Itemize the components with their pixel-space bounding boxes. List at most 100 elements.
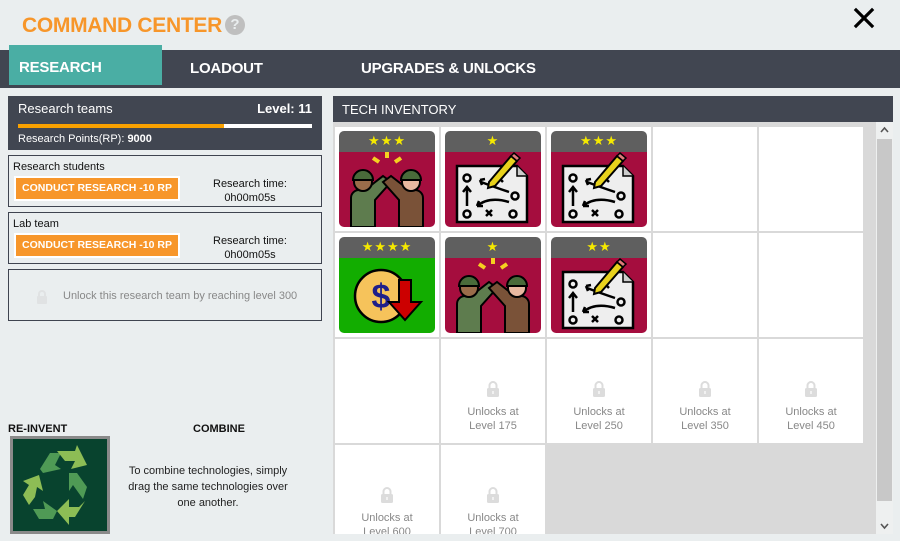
lock-icon [487,381,499,397]
tech-card-strategy-plan[interactable]: ★★ [551,237,647,333]
unlock-level: Level 450 [787,420,835,432]
locked-inventory-slot: Unlocks at Level 250 [547,339,651,443]
locked-inventory-slot: Unlocks at Level 600 [335,445,439,534]
inventory-slot[interactable]: ★★ [547,233,651,337]
lock-icon [487,487,499,503]
research-time: Research time: 0h00m05s [205,177,295,205]
inventory-slot[interactable]: ★ [441,127,545,231]
star-rating: ★★★ [551,131,647,152]
tech-card-high-five[interactable]: ★★★ [339,131,435,227]
star-rating: ★★★★ [339,237,435,258]
research-time-value: 0h00m05s [224,192,276,204]
cost-reduction-icon: $ [353,268,424,324]
tech-card-high-five[interactable]: ★ [445,237,541,333]
locked-research-team: Unlock this research team by reaching le… [8,269,322,321]
inventory-slot[interactable]: ★★★★ $ [335,233,439,337]
recycle-icon [23,445,87,525]
locked-inventory-slot: Unlocks at Level 450 [759,339,863,443]
star-rating: ★ [445,237,541,258]
close-x-icon[interactable] [851,5,877,31]
unlock-level: Level 350 [681,420,729,432]
unlock-level-text: Unlocks at Level 250 [547,405,651,433]
unlock-label: Unlocks at [467,406,519,418]
empty-inventory-slot[interactable] [759,233,863,337]
tab-loadout[interactable]: LOADOUT [190,50,263,88]
question-circle-icon[interactable]: ? [225,15,245,35]
lock-icon [699,381,711,397]
unlock-label: Unlocks at [467,512,519,524]
tech-card-strategy-plan[interactable]: ★ [445,131,541,227]
strategy-plan-icon [455,152,529,224]
level-progress-bar [18,124,312,128]
research-team-card: Lab team CONDUCT RESEARCH -10 RP Researc… [8,212,322,264]
research-team-card: Research students CONDUCT RESEARCH -10 R… [8,155,322,207]
locked-inventory-slot: Unlocks at Level 700 [441,445,545,534]
reinvent-dropzone[interactable] [10,436,110,534]
research-points-value: 9000 [127,133,152,145]
empty-inventory-slot[interactable] [653,233,757,337]
locked-team-text: Unlock this research team by reaching le… [63,290,298,302]
unlock-level-text: Unlocks at Level 350 [653,405,757,433]
unlock-label: Unlocks at [573,406,625,418]
lock-icon [805,381,817,397]
tech-card-strategy-plan[interactable]: ★★★ [551,131,647,227]
strategy-plan-icon [561,258,635,330]
tab-research[interactable]: RESEARCH [9,45,162,85]
research-time-value: 0h00m05s [224,249,276,261]
level-label: Level: 11 [257,101,312,116]
star-rating: ★ [445,131,541,152]
scroll-up-button[interactable] [876,122,893,138]
inventory-scrollbar[interactable] [876,122,893,534]
tech-image [445,152,541,227]
tech-image [445,258,541,333]
high-five-icon [456,258,530,333]
empty-inventory-slot[interactable] [759,127,863,231]
empty-inventory-slot[interactable] [653,127,757,231]
unlock-label: Unlocks at [361,512,413,524]
lock-icon [593,381,605,397]
scroll-down-button[interactable] [876,518,893,534]
unlock-label: Unlocks at [679,406,731,418]
locked-inventory-slot: Unlocks at Level 350 [653,339,757,443]
tech-image [551,258,647,333]
empty-inventory-slot[interactable] [335,339,439,443]
tech-image [339,152,435,227]
reinvent-label: RE-INVENT [8,423,68,435]
tech-image [551,152,647,227]
research-time: Research time: 0h00m05s [205,234,295,262]
star-rating: ★★ [551,237,647,258]
combine-label: COMBINE [193,423,245,435]
unlock-level-text: Unlocks at Level 700 [441,511,545,534]
inventory-slot[interactable]: ★ [441,233,545,337]
tech-card-cost-reduction[interactable]: ★★★★ $ [339,237,435,333]
unlock-level: Level 600 [363,526,411,534]
lock-icon [37,290,47,304]
research-points: Research Points(RP): 9000 [18,133,152,145]
unlock-level-text: Unlocks at Level 450 [759,405,863,433]
high-five-icon [350,152,424,227]
unlock-level: Level 175 [469,420,517,432]
scroll-thumb[interactable] [877,139,892,501]
inventory-slot[interactable]: ★★★ [335,127,439,231]
combine-instructions: To combine technologies, simply drag the… [128,465,288,509]
tech-image: $ [339,258,435,333]
tab-upgrades-unlocks[interactable]: UPGRADES & UNLOCKS [361,50,536,88]
research-teams-title: Research teams [18,101,113,116]
unlock-level: Level 700 [469,526,517,534]
research-points-label: Research Points(RP): [18,133,125,145]
unlock-level-text: Unlocks at Level 600 [335,511,439,534]
conduct-research-button[interactable]: CONDUCT RESEARCH -10 RP [14,233,180,258]
research-time-label: Research time: [213,235,287,247]
inventory-slot[interactable]: ★★★ [547,127,651,231]
unlock-level-text: Unlocks at Level 175 [441,405,545,433]
team-name: Lab team [13,218,59,230]
star-rating: ★★★ [339,131,435,152]
tech-inventory-title: TECH INVENTORY [333,96,893,122]
research-time-label: Research time: [213,178,287,190]
chevron-up-icon [880,126,889,133]
chevron-down-icon [880,523,889,530]
tab-bar: RESEARCH LOADOUT UPGRADES & UNLOCKS [0,45,900,88]
conduct-research-button[interactable]: CONDUCT RESEARCH -10 RP [14,176,180,201]
command-center-window: COMMAND CENTER ? RESEARCH LOADOUT UPGRAD… [0,0,900,541]
team-name: Research students [13,161,105,173]
